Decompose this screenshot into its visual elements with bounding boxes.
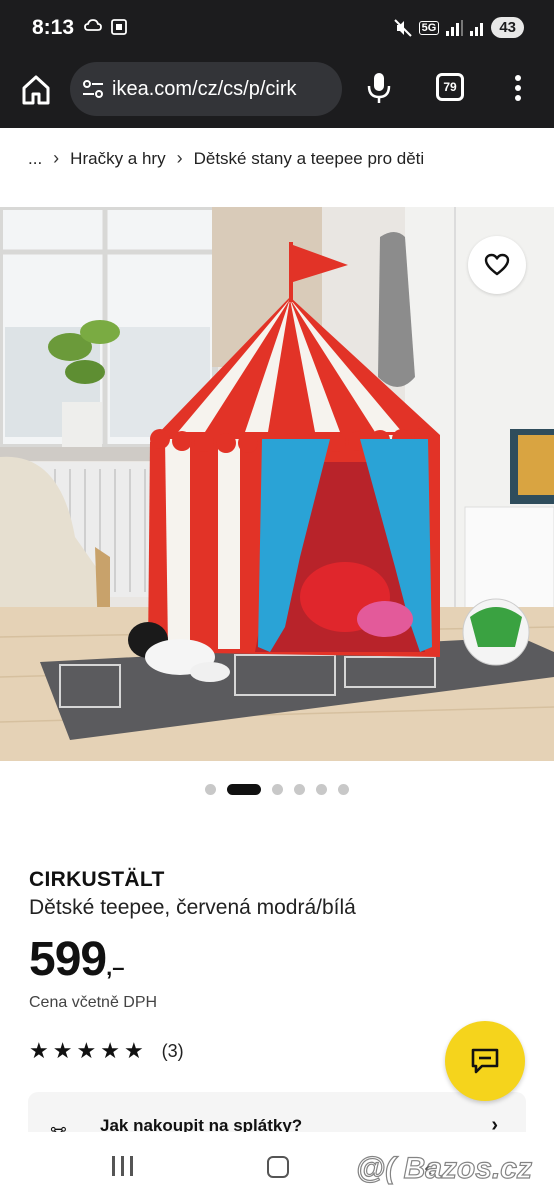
review-count: (3) [161,1040,184,1061]
mute-icon [393,18,412,37]
product-rating[interactable]: ★ ★ ★ ★ ★ (3) [29,1040,184,1062]
star-icon: ★ [76,1038,97,1063]
product-price: 599 ,– [29,932,124,987]
carousel-dot[interactable] [205,784,216,795]
star-icon: ★ [123,1038,144,1063]
more-menu-icon[interactable] [508,70,528,106]
star-icon: ★ [29,1038,49,1063]
chevron-right-icon: › [176,148,183,168]
status-time: 8:13 [32,16,75,39]
network-type: 5G [418,20,440,35]
home-nav-icon[interactable] [267,1156,289,1178]
breadcrumb-item-tents[interactable]: Dětské stany a teepee pro děti [194,149,425,169]
vat-note: Cena včetně DPH [29,994,158,1011]
carousel-dot[interactable] [294,784,305,795]
carousel-indicator [0,784,554,795]
product-image[interactable] [0,207,554,761]
signal-icon-2 [470,22,484,36]
browser-toolbar: ikea.com/cz/cs/p/cirk 79 [0,58,554,128]
signal-icon [446,19,464,36]
url-text: ikea.com/cz/cs/p/cirk [112,77,297,100]
microphone-icon[interactable] [364,70,394,106]
heart-icon [484,253,510,276]
address-bar[interactable]: ikea.com/cz/cs/p/cirk [70,62,342,116]
status-bar: 8:13 5G 43 [0,0,554,58]
battery-indicator: 43 [491,17,524,38]
price-main: 599 [29,933,107,986]
cloud-icon [84,19,102,31]
product-name: CIRKUSTÄLT [29,868,165,891]
screenshot-icon [111,19,127,35]
tab-switcher-button[interactable]: 79 [436,73,464,101]
watermark: @( Bazos.cz [355,1151,532,1185]
carousel-dot[interactable] [316,784,327,795]
tab-count: 79 [443,80,457,94]
breadcrumb-ellipsis[interactable]: ... [28,149,42,169]
breadcrumb: ... › Hračky a hry › Dětské stany a teep… [28,148,424,169]
favorite-button[interactable] [468,236,526,294]
chat-button[interactable] [445,1021,525,1101]
carousel-dot[interactable] [338,784,349,795]
chat-icon [471,1048,499,1074]
tent-photo [0,207,554,761]
product-description: Dětské teepee, červená modrá/bílá [29,896,356,919]
site-settings-icon[interactable] [82,79,104,99]
breadcrumb-item-toys[interactable]: Hračky a hry [70,149,165,169]
home-icon[interactable] [18,72,54,108]
star-icon: ★ [100,1038,120,1063]
recent-apps-icon[interactable] [112,1156,133,1176]
carousel-dot[interactable] [272,784,283,795]
star-icon: ★ [52,1038,73,1063]
price-suffix: ,– [106,955,125,980]
carousel-dot-active[interactable] [227,784,261,795]
chevron-right-icon: › [53,148,60,168]
